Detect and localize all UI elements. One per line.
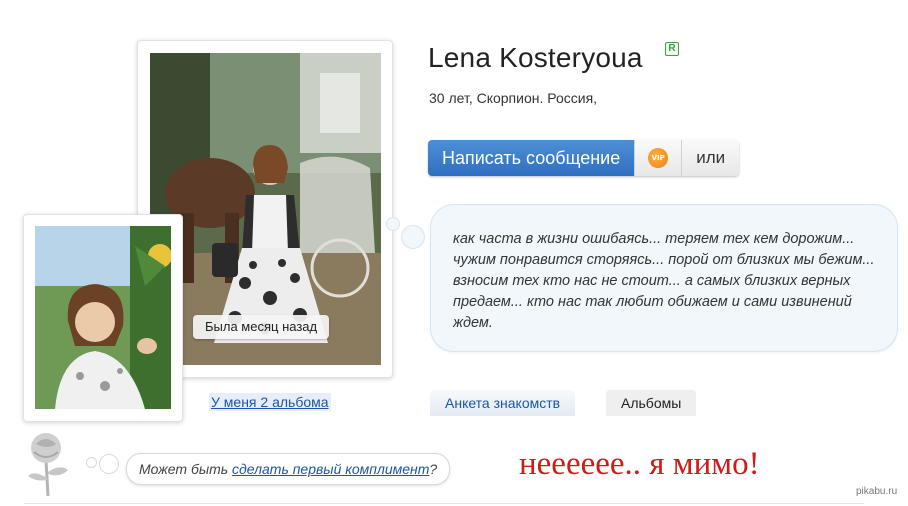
profile-info: 30 лет, Скорпион. Россия, <box>429 90 598 106</box>
watermark: pikabu.ru <box>856 486 898 497</box>
compliment-prompt: Может быть сделать первый комплимент? <box>126 453 451 485</box>
tab-albums[interactable]: Альбомы <box>606 390 697 416</box>
cloud-tail-dot-small <box>386 217 400 231</box>
second-profile-photo[interactable] <box>35 226 171 409</box>
compliment-suffix: ? <box>429 461 438 477</box>
write-message-button[interactable]: Написать сообщение <box>428 140 635 176</box>
profile-name: Lena Kosteryoua <box>428 42 643 73</box>
compliment-prefix: Может быть <box>139 461 233 477</box>
verified-badge-icon: R <box>665 42 679 56</box>
cloud-tail-dot-large <box>401 225 425 249</box>
status-cloud: как часта в жизни ошибаясь... теряем тех… <box>430 204 898 352</box>
tab-dating-profile[interactable]: Анкета знакомств <box>430 390 576 416</box>
rose-icon <box>28 433 68 496</box>
compliment-dot-large <box>99 454 119 474</box>
or-dropdown-button[interactable]: или <box>681 140 740 176</box>
first-compliment-link[interactable]: сделать первый комплимент <box>232 461 429 477</box>
action-button-group: Написать сообщение VIP или <box>428 140 740 176</box>
second-photo-frame[interactable] <box>23 214 183 422</box>
divider <box>24 503 864 504</box>
vip-button[interactable]: VIP <box>634 140 682 176</box>
second-photo-image <box>35 226 171 409</box>
overlay-caption: нееееее.. я мимо! <box>519 446 760 482</box>
last-seen-badge: Была месяц назад <box>193 315 330 339</box>
status-text: как часта в жизни ошибаясь... теряем тех… <box>453 231 875 331</box>
compliment-dot-small <box>86 457 97 468</box>
albums-count-link[interactable]: У меня 2 альбома <box>209 393 331 411</box>
vip-icon: VIP <box>648 148 669 168</box>
